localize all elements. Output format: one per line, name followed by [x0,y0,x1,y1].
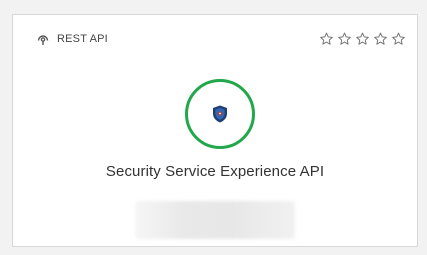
star-icon[interactable] [354,31,371,47]
rest-api-icon [35,31,51,47]
api-logo [185,79,255,149]
star-icon[interactable] [318,31,335,47]
redacted-description [135,201,295,239]
shield-icon [211,104,229,124]
api-name-title[interactable]: Security Service Experience API [13,163,417,180]
page-background: REST API Security Service Experience API [0,0,427,255]
star-icon[interactable] [390,31,407,47]
star-rating[interactable] [318,31,407,47]
star-icon[interactable] [372,31,389,47]
api-type-label: REST API [57,33,108,45]
star-icon[interactable] [336,31,353,47]
api-type-header: REST API [35,31,108,47]
api-card[interactable]: REST API Security Service Experience API [12,14,418,247]
